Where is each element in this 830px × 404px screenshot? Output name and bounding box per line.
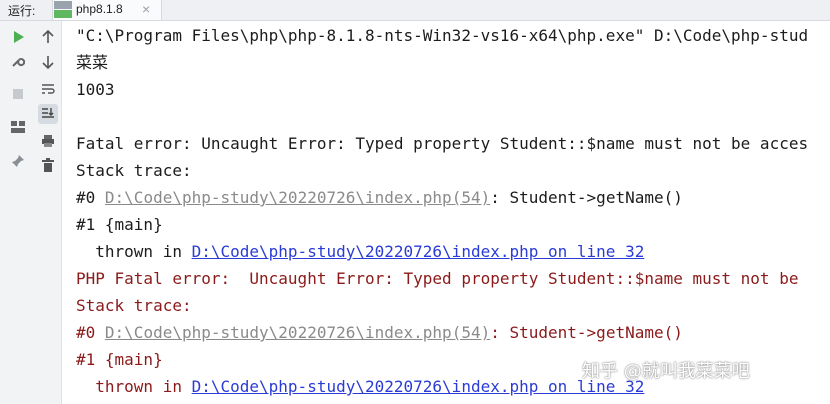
thrown-prefix: thrown in xyxy=(76,377,192,396)
php-config-icon xyxy=(54,1,72,18)
run-toolwindow-header: 运行: php8.1.8 × xyxy=(0,0,830,21)
tab-close-icon[interactable]: × xyxy=(142,1,150,17)
console-line-thrown-in: thrown in D:\Code\php-study\20220726\ind… xyxy=(76,377,644,397)
console-line-trace-0: #0 D:\Code\php-study\20220726\index.php(… xyxy=(76,323,683,343)
tab-title[interactable]: php8.1.8 xyxy=(76,2,123,16)
trace-suffix: : Student->getName() xyxy=(490,323,683,342)
console-line-trace-1: #1 {main} xyxy=(76,215,163,234)
layout-icon[interactable] xyxy=(8,117,28,137)
scroll-to-end-icon[interactable] xyxy=(38,104,58,124)
console-line-output: 1003 xyxy=(76,80,115,99)
wrench-icon[interactable] xyxy=(8,51,28,71)
trace-suffix: : Student->getName() xyxy=(490,188,683,207)
console-line-output: 菜菜 xyxy=(76,53,109,72)
print-icon[interactable] xyxy=(38,131,58,151)
console-line-stack-trace: Stack trace: xyxy=(76,161,192,180)
console-line-trace-0: #0 D:\Code\php-study\20220726\index.php(… xyxy=(76,188,683,208)
trace-prefix: #0 xyxy=(76,188,105,207)
run-toolbar-primary xyxy=(0,21,36,404)
source-link[interactable]: D:\Code\php-study\20220726\index.php(54) xyxy=(105,188,490,207)
watermark: 知乎 @就叫我菜菜吧 xyxy=(582,361,750,382)
console-line-fatal-error: Fatal error: Uncaught Error: Typed prope… xyxy=(76,134,809,153)
console-line-command: "C:\Program Files\php\php-8.1.8-nts-Win3… xyxy=(76,26,809,45)
source-link[interactable]: D:\Code\php-study\20220726\index.php on … xyxy=(192,377,645,396)
console-line-thrown-in: thrown in D:\Code\php-study\20220726\ind… xyxy=(76,242,644,262)
pin-icon[interactable] xyxy=(8,151,28,171)
console-output[interactable]: "C:\Program Files\php\php-8.1.8-nts-Win3… xyxy=(62,21,830,404)
console-line-php-fatal-error: PHP Fatal error: Uncaught Error: Typed p… xyxy=(76,269,799,288)
console-line-trace-1: #1 {main} xyxy=(76,350,163,369)
stop-icon[interactable] xyxy=(8,84,28,104)
trash-icon[interactable] xyxy=(38,155,58,175)
source-link[interactable]: D:\Code\php-study\20220726\index.php(54) xyxy=(105,323,490,342)
arrow-down-icon[interactable] xyxy=(38,52,58,72)
source-link[interactable]: D:\Code\php-study\20220726\index.php on … xyxy=(192,242,645,261)
trace-prefix: #0 xyxy=(76,323,105,342)
thrown-prefix: thrown in xyxy=(76,242,192,261)
run-toolbar-secondary xyxy=(35,21,62,404)
arrow-up-icon[interactable] xyxy=(38,27,58,47)
run-label: 运行: xyxy=(8,4,36,18)
soft-wrap-icon[interactable] xyxy=(38,79,58,99)
run-icon[interactable] xyxy=(8,27,28,47)
console-line-stack-trace: Stack trace: xyxy=(76,296,192,315)
